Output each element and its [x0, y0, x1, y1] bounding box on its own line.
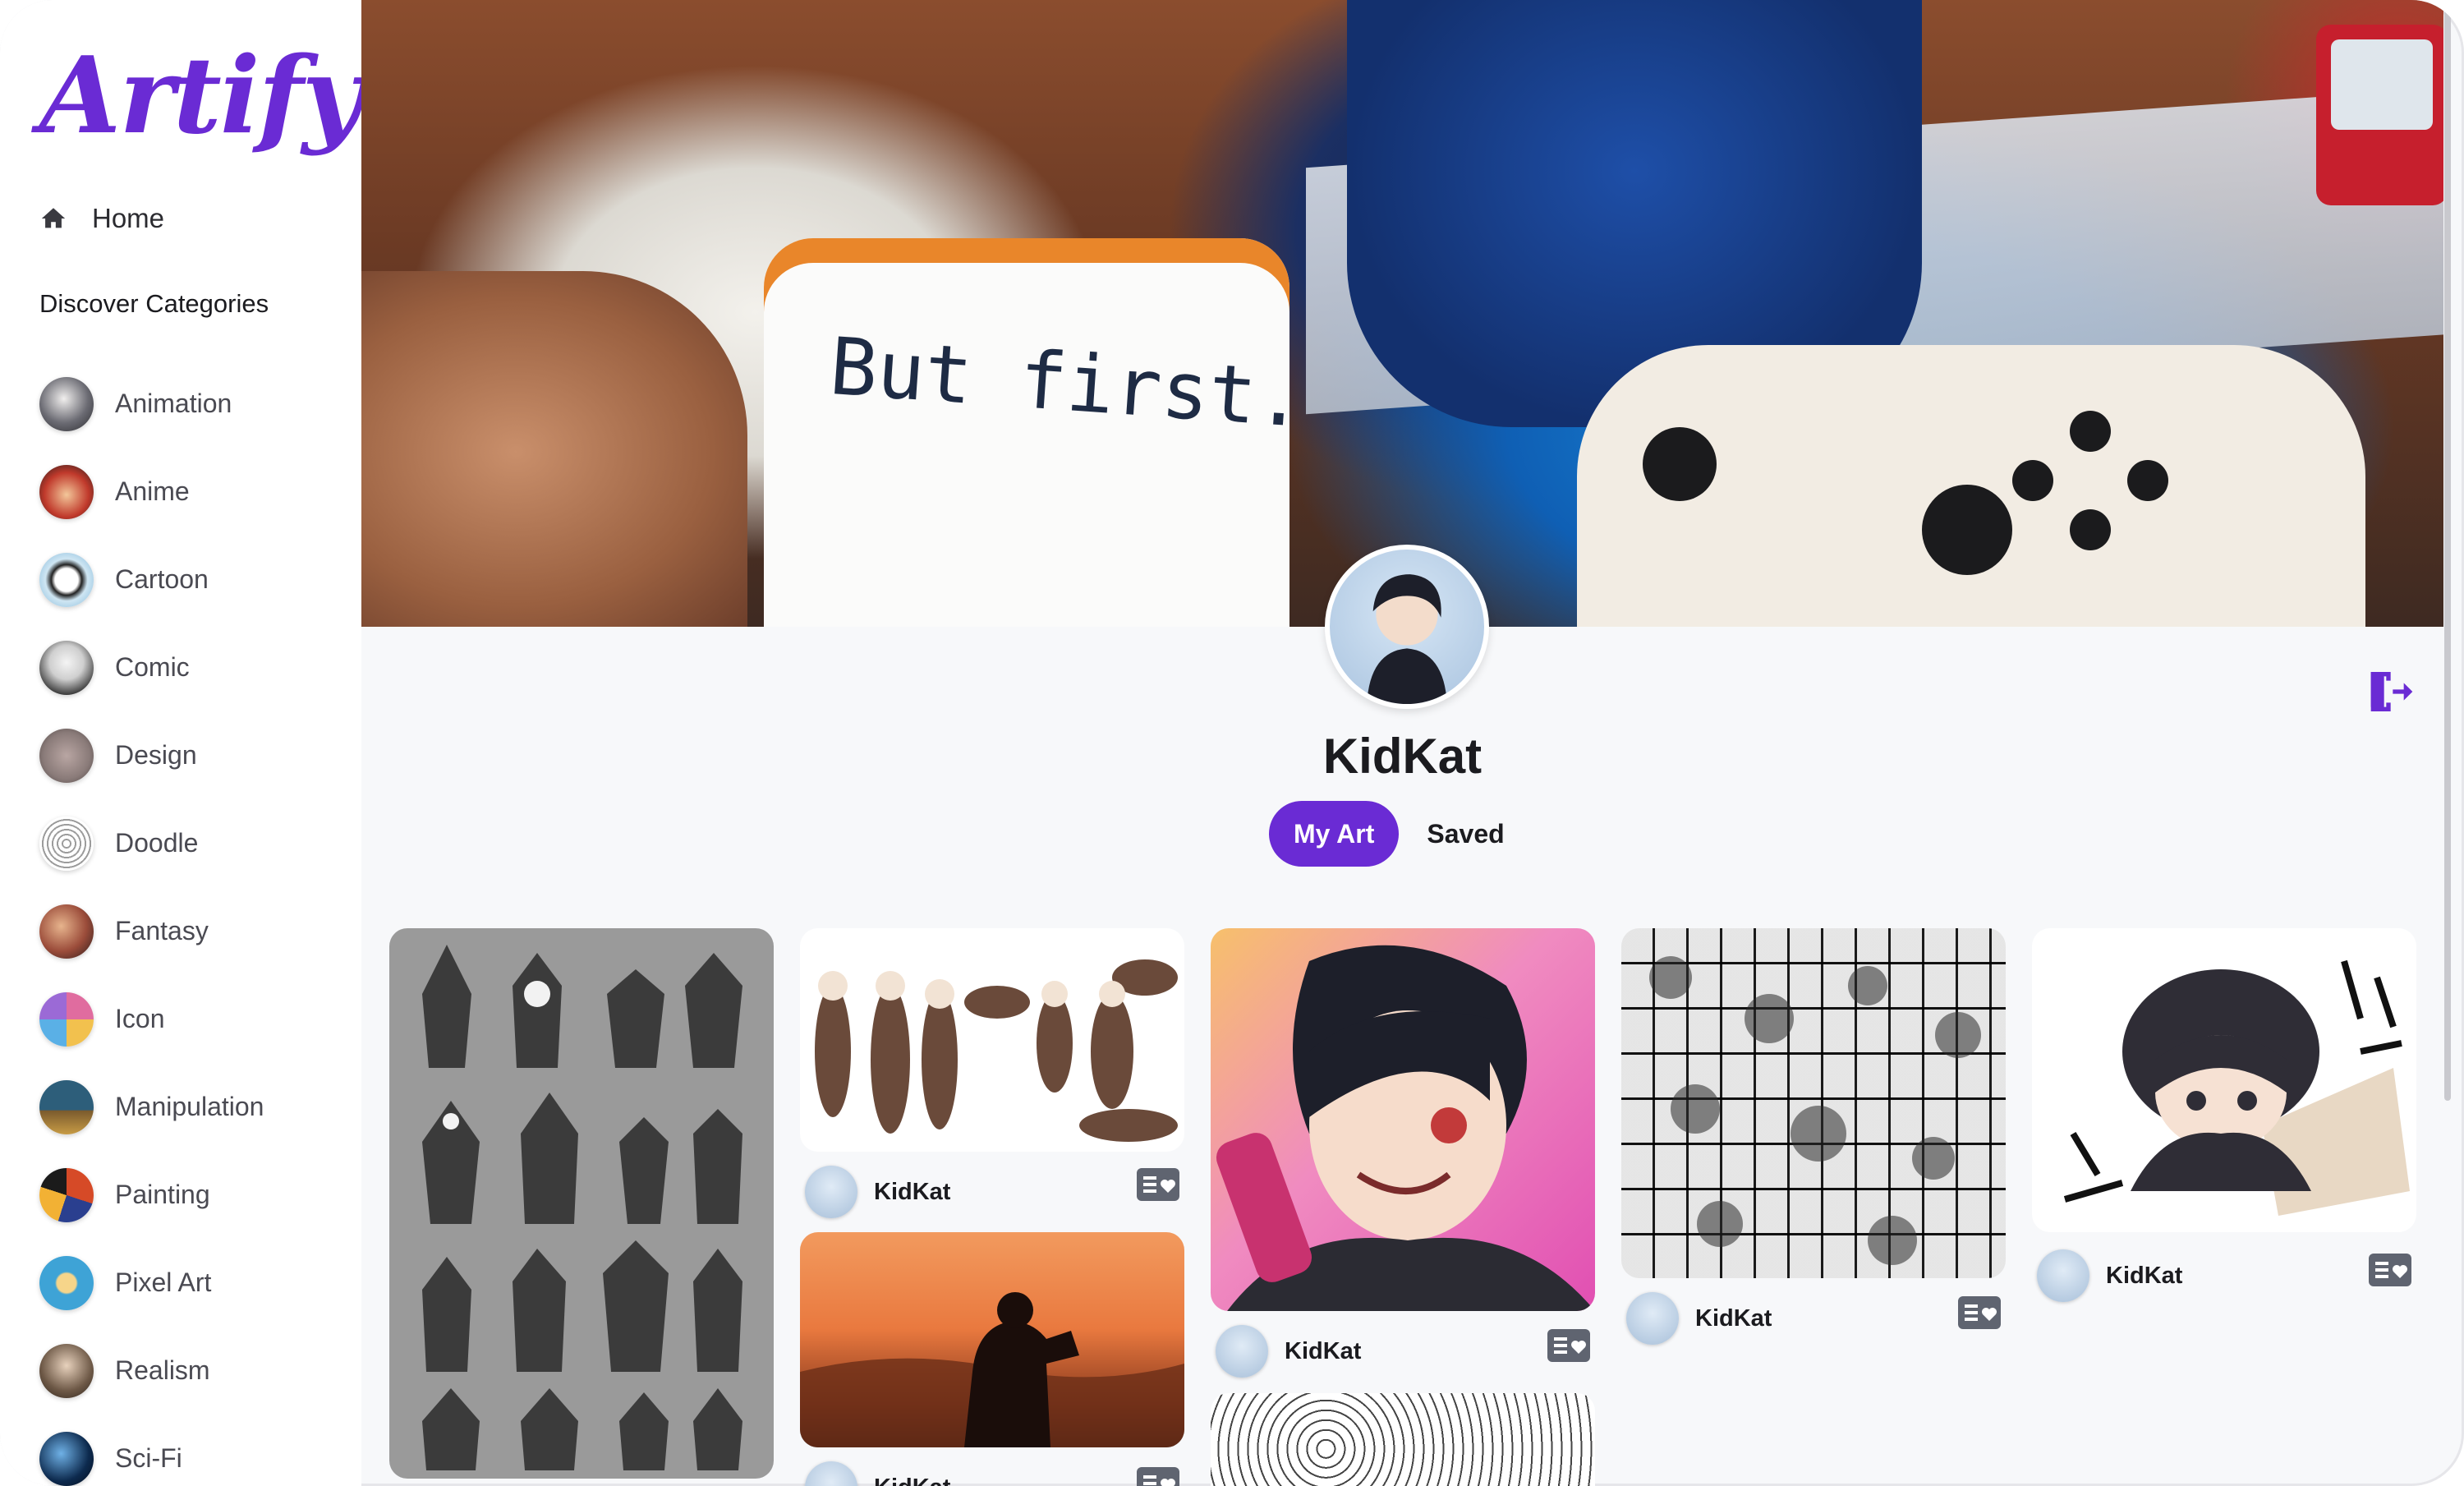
author-name: KidKat	[1695, 1304, 1772, 1332]
category-list: Animation Anime Cartoon Comic Design Doo…	[39, 360, 352, 1486]
tab-my-art[interactable]: My Art	[1269, 801, 1400, 867]
category-thumbnail	[39, 904, 94, 959]
character-sketches	[815, 959, 1178, 1142]
save-to-board-icon[interactable]	[1137, 1467, 1179, 1486]
author-name: KidKat	[1285, 1337, 1362, 1364]
post-image-sunset-photographer[interactable]	[800, 1232, 1184, 1447]
sidebar-item-label: Realism	[115, 1355, 210, 1385]
post-image-anime-portrait[interactable]	[1211, 928, 1595, 1311]
sidebar-item-label: Cartoon	[115, 564, 209, 594]
sidebar-item-label: Sci-Fi	[115, 1443, 182, 1473]
sidebar-item-label: Home	[92, 203, 165, 233]
sidebar-item-icon[interactable]: Icon	[39, 975, 352, 1063]
category-thumbnail	[39, 991, 94, 1047]
avatar	[1216, 1325, 1268, 1378]
sidebar-item-realism[interactable]: Realism	[39, 1327, 352, 1415]
sidebar-item-comic[interactable]: Comic	[39, 623, 352, 711]
category-thumbnail	[39, 1255, 94, 1310]
sidebar-item-animation[interactable]: Animation	[39, 360, 352, 448]
category-thumbnail	[39, 464, 94, 519]
post-author[interactable]: KidKat	[805, 1459, 950, 1486]
sidebar-item-painting[interactable]: Painting	[39, 1151, 352, 1239]
save-to-board-icon[interactable]	[1958, 1296, 2001, 1329]
sidebar-item-label: Design	[115, 740, 197, 770]
category-thumbnail	[39, 552, 94, 607]
sidebar: Artify Home Discover Categories Animatio…	[0, 0, 363, 1486]
category-thumbnail	[39, 816, 94, 871]
main-content: But first. KidKat My Art Saved KidKat Ki…	[361, 0, 2443, 1486]
tab-saved[interactable]: Saved	[1427, 819, 1504, 849]
sidebar-item-label: Comic	[115, 652, 190, 682]
controller-button	[2127, 460, 2168, 501]
app-window: Artify Home Discover Categories Animatio…	[0, 0, 2464, 1486]
avatar	[2037, 1249, 2089, 1302]
category-thumbnail	[39, 640, 94, 695]
sidebar-item-cartoon[interactable]: Cartoon	[39, 536, 352, 623]
save-to-board-icon[interactable]	[1547, 1329, 1590, 1362]
sidebar-item-fantasy[interactable]: Fantasy	[39, 887, 352, 975]
category-thumbnail	[39, 1431, 94, 1486]
sidebar-item-sci-fi[interactable]: Sci-Fi	[39, 1415, 352, 1486]
sidebar-item-doodle[interactable]: Doodle	[39, 799, 352, 887]
sidebar-item-label: Manipulation	[115, 1092, 264, 1121]
sidebar-item-design[interactable]: Design	[39, 711, 352, 799]
chibi-illustration	[2063, 959, 2410, 1216]
sidebar-item-label: Anime	[115, 476, 190, 506]
home-icon	[41, 208, 66, 228]
app-logo[interactable]: Artify	[39, 35, 363, 158]
controller-button	[2070, 509, 2111, 550]
sidebar-item-label: Painting	[115, 1180, 210, 1209]
author-name: KidKat	[874, 1474, 950, 1486]
post-author[interactable]: KidKat	[2037, 1247, 2182, 1304]
sidebar-item-manipulation[interactable]: Manipulation	[39, 1063, 352, 1151]
photographer-silhouette	[800, 1292, 1184, 1447]
banner-radio-screen	[2331, 39, 2433, 130]
sidebar-item-label: Fantasy	[115, 916, 209, 945]
categories-heading: Discover Categories	[39, 289, 269, 318]
sidebar-item-anime[interactable]: Anime	[39, 448, 352, 536]
post-image-chibi-sketch[interactable]	[2032, 928, 2416, 1232]
controller-stick-right	[1922, 485, 2012, 575]
controller-stick-left	[1643, 427, 1717, 501]
avatar	[805, 1166, 857, 1218]
category-thumbnail	[39, 728, 94, 783]
post-image-manga-collage[interactable]	[1621, 928, 2006, 1278]
sidebar-item-pixel-art[interactable]: Pixel Art	[39, 1239, 352, 1327]
avatar	[1626, 1292, 1679, 1345]
category-thumbnail	[39, 376, 94, 431]
controller-button	[2070, 411, 2111, 452]
save-to-board-icon[interactable]	[2369, 1254, 2411, 1286]
author-name: KidKat	[2106, 1262, 2183, 1289]
avatar	[805, 1461, 857, 1486]
profile-avatar[interactable]	[1325, 545, 1489, 709]
save-to-board-icon[interactable]	[1137, 1168, 1179, 1201]
post-author[interactable]: KidKat	[1216, 1323, 1361, 1380]
author-name: KidKat	[874, 1178, 951, 1205]
post-author[interactable]: KidKat	[805, 1163, 950, 1221]
sidebar-item-label: Icon	[115, 1004, 165, 1033]
category-thumbnail	[39, 1343, 94, 1398]
avatar-illustration	[1367, 574, 1447, 704]
post-image-towers[interactable]	[389, 928, 774, 1479]
sidebar-item-label: Pixel Art	[115, 1267, 212, 1297]
profile-banner-image: But first.	[361, 0, 2443, 627]
post-author[interactable]: KidKat	[1626, 1290, 1772, 1347]
banner-hand-shape	[361, 271, 747, 627]
controller-button	[2012, 460, 2053, 501]
anime-portrait-illustration	[1216, 945, 1595, 1311]
category-thumbnail	[39, 1079, 94, 1134]
sidebar-item-label: Doodle	[115, 828, 199, 858]
logout-icon[interactable]	[2362, 665, 2415, 718]
scrollbar-thumb[interactable]	[2444, 8, 2451, 1101]
sidebar-item-home[interactable]: Home	[39, 197, 164, 240]
post-image-doodle-pattern[interactable]	[1211, 1393, 1595, 1486]
profile-tabs: My Art Saved	[1269, 801, 1505, 867]
post-image-character-sheet[interactable]	[800, 928, 1184, 1152]
manga-panels	[1649, 956, 1981, 1265]
sidebar-item-label: Animation	[115, 389, 232, 418]
tower-sketches	[422, 945, 742, 1470]
profile-username: KidKat	[1322, 729, 1483, 784]
category-thumbnail	[39, 1167, 94, 1222]
